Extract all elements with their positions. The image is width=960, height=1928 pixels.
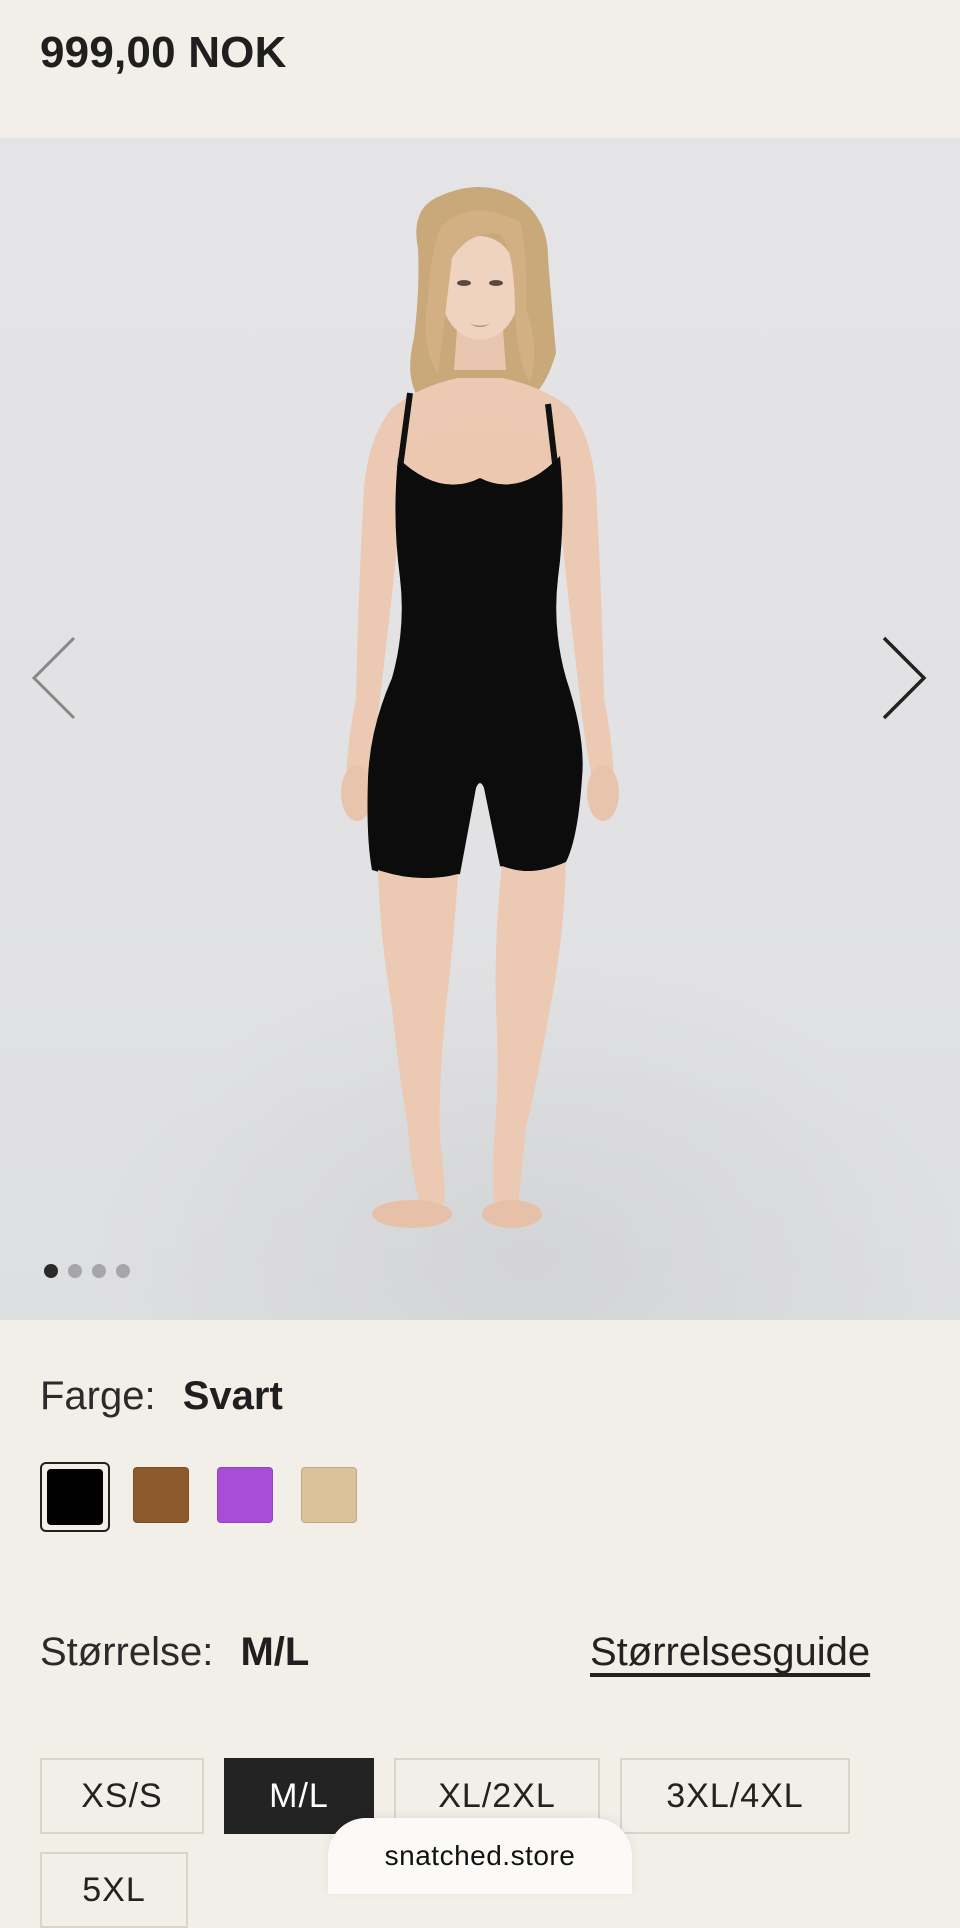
- selected-size: M/L: [240, 1630, 310, 1674]
- selected-color: Svart: [182, 1374, 283, 1418]
- next-image-button[interactable]: [872, 628, 932, 728]
- swatch-fill: [133, 1467, 189, 1523]
- gallery-dot[interactable]: [92, 1264, 106, 1278]
- size-label: Størrelse:: [40, 1630, 214, 1674]
- swatch-purple[interactable]: [212, 1462, 278, 1528]
- previous-image-button[interactable]: [26, 628, 86, 728]
- site-domain-badge: snatched.store: [328, 1818, 632, 1894]
- swatch-fill: [301, 1467, 357, 1523]
- color-swatches: [40, 1462, 362, 1532]
- size-selection-heading: Størrelse: M/L: [40, 1630, 309, 1675]
- swatch-black[interactable]: [40, 1462, 110, 1532]
- gallery-dot[interactable]: [116, 1264, 130, 1278]
- size-option[interactable]: 5XL: [40, 1852, 188, 1928]
- product-image-gallery[interactable]: [0, 138, 960, 1320]
- swatch-beige[interactable]: [296, 1462, 362, 1528]
- gallery-dot[interactable]: [68, 1264, 82, 1278]
- size-guide-link[interactable]: Størrelsesguide: [590, 1630, 870, 1675]
- product-image: [341, 187, 619, 1228]
- swatch-brown[interactable]: [128, 1462, 194, 1528]
- chevron-left-icon: [31, 636, 76, 720]
- gallery-dot[interactable]: [44, 1264, 58, 1278]
- swatch-fill: [217, 1467, 273, 1523]
- chevron-right-icon: [882, 636, 927, 720]
- size-option[interactable]: XS/S: [40, 1758, 204, 1834]
- color-selection-heading: Farge: Svart: [40, 1374, 283, 1419]
- gallery-pagination: [44, 1264, 130, 1278]
- product-price: 999,00 NOK: [40, 28, 287, 77]
- size-option[interactable]: 3XL/4XL: [620, 1758, 850, 1834]
- color-label: Farge:: [40, 1374, 156, 1418]
- swatch-fill: [47, 1469, 103, 1525]
